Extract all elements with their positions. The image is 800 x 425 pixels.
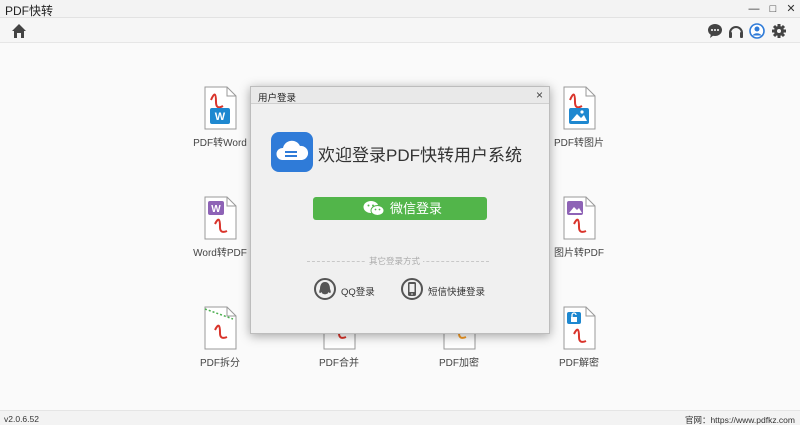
qq-login-option[interactable]: QQ登录 [314, 278, 384, 302]
title-bar: PDF快转 — □ ✕ [0, 0, 800, 18]
headset-icon[interactable] [728, 23, 744, 39]
tool-label: PDF解密 [559, 358, 599, 369]
cloud-logo-icon [276, 140, 309, 160]
chat-icon[interactable] [707, 23, 723, 39]
tool-label: PDF加密 [439, 358, 479, 369]
toolbar [0, 18, 800, 43]
version-text: v2.0.6.52 [4, 414, 39, 424]
dialog-header: 用户登录 × [251, 87, 549, 104]
phone-icon [401, 278, 423, 300]
svg-text:W: W [215, 111, 226, 123]
gear-icon[interactable] [771, 23, 787, 39]
home-icon[interactable] [11, 23, 27, 39]
svg-text:W: W [211, 204, 221, 215]
dialog-close-button[interactable]: × [536, 88, 543, 102]
website-link[interactable]: 官网：https://www.pdfkz.com [685, 414, 795, 425]
user-avatar-icon[interactable] [749, 23, 765, 39]
maximize-button[interactable]: □ [766, 2, 780, 16]
tool-label: PDF拆分 [200, 358, 240, 369]
pdf-decrypt-icon [563, 306, 596, 350]
qq-login-label: QQ登录 [341, 287, 375, 298]
wechat-login-button[interactable]: 微信登录 [313, 197, 487, 220]
qq-icon [314, 278, 336, 300]
dialog-title: 用户登录 [258, 93, 297, 104]
login-dialog: 用户登录 × 欢迎登录PDF快转用户系统 微信登录 其它登录方式 QQ登录 短信… [250, 86, 550, 334]
status-bar: v2.0.6.52 官网：https://www.pdfkz.com [0, 410, 800, 425]
image-to-pdf-icon [563, 196, 596, 240]
pdf-to-image-icon [563, 86, 596, 130]
minimize-button[interactable]: — [747, 2, 761, 16]
pdf-split-icon [204, 306, 237, 350]
sms-login-option[interactable]: 短信快捷登录 [401, 278, 501, 302]
sms-login-label: 短信快捷登录 [428, 287, 486, 298]
word-to-pdf-icon: W [204, 196, 237, 240]
wechat-icon [363, 201, 385, 216]
other-login-methods-label: 其它登录方式 [366, 255, 424, 267]
close-window-button[interactable]: ✕ [784, 2, 798, 16]
wechat-login-label: 微信登录 [390, 201, 443, 216]
app-logo [271, 132, 313, 172]
pdf-to-word-icon: W [204, 86, 237, 130]
tool-label: PDF合并 [319, 358, 359, 369]
welcome-heading: 欢迎登录PDF快转用户系统 [318, 146, 522, 165]
window-title: PDF快转 [5, 4, 54, 18]
